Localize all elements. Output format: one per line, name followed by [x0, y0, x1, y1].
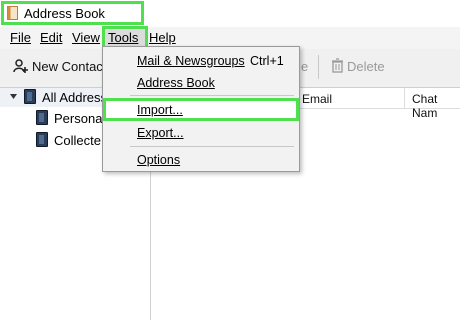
menu-edit[interactable]: Edit — [40, 30, 62, 45]
delete-label: Delete — [347, 59, 385, 74]
new-contact-icon — [13, 59, 28, 73]
menu-item-export[interactable]: Export... — [137, 126, 184, 140]
menu-file[interactable]: File — [10, 30, 31, 45]
address-book-app-icon — [7, 6, 18, 20]
menu-tools[interactable]: Tools — [108, 30, 138, 45]
toolbar-partial-label: e — [301, 59, 309, 74]
chevron-down-icon[interactable] — [9, 92, 18, 101]
address-book-icon — [36, 110, 48, 125]
column-divider — [404, 88, 405, 108]
column-email[interactable]: Email — [302, 92, 332, 106]
menu-item-mail-newsgroups[interactable]: Mail & Newsgroups — [137, 54, 245, 68]
menu-item-address-book[interactable]: Address Book — [137, 76, 215, 90]
trash-icon — [332, 58, 343, 73]
tree-item-label: All Address — [42, 90, 108, 105]
window-title: Address Book — [24, 6, 105, 21]
menu-separator — [130, 95, 294, 96]
column-chat-name[interactable]: Chat Nam — [412, 92, 460, 120]
new-contact-label: New Contact — [32, 59, 107, 74]
mail-shortcut: Ctrl+1 — [250, 54, 284, 68]
menu-item-options[interactable]: Options — [137, 153, 180, 167]
import-highlight-box — [103, 98, 299, 121]
menu-view[interactable]: View — [72, 30, 100, 45]
toolbar-separator — [318, 55, 319, 79]
mail-newsgroups-label: Mail & Newsgroups — [137, 54, 245, 68]
menu-help[interactable]: Help — [149, 30, 176, 45]
menu-item-import[interactable]: Import... — [137, 103, 183, 117]
address-book-icon — [36, 132, 48, 147]
menu-separator — [130, 146, 294, 147]
address-book-icon — [24, 89, 36, 104]
